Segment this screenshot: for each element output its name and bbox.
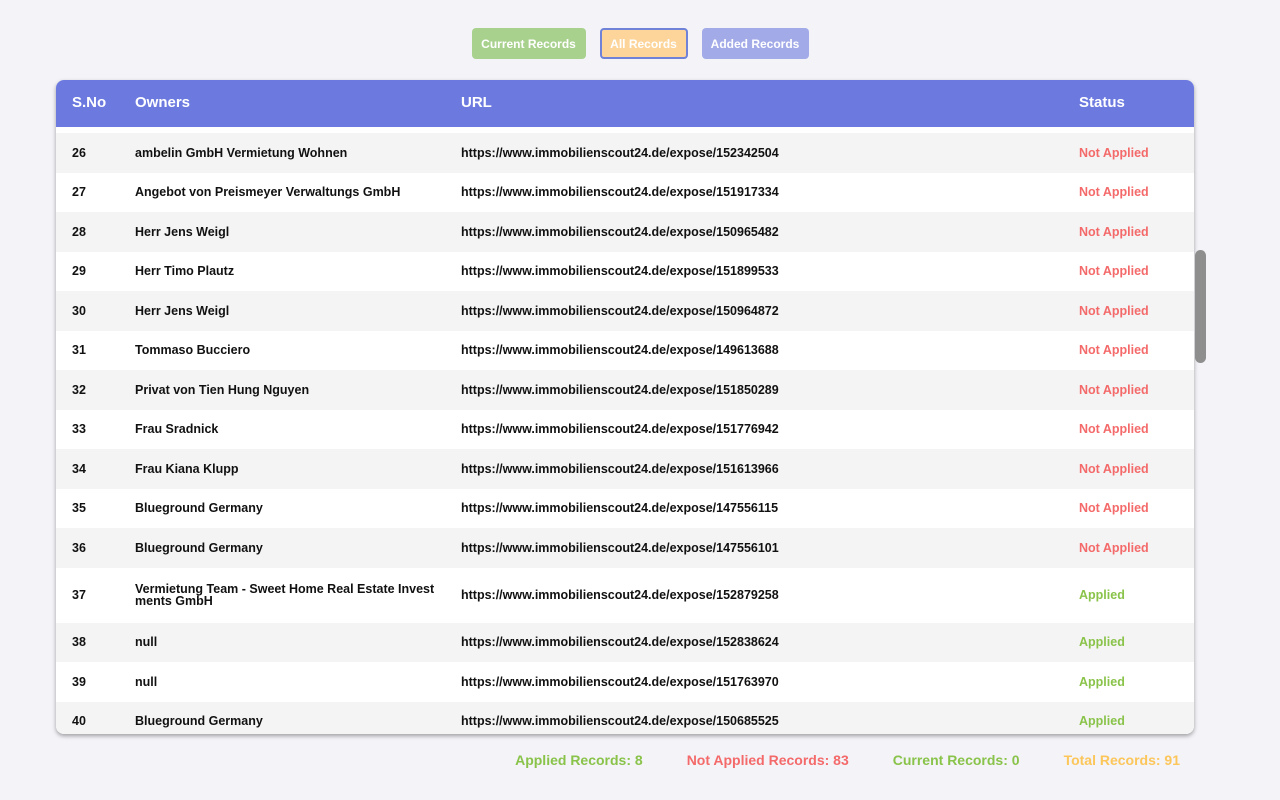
row-owner: Frau Kiana Klupp: [135, 461, 239, 476]
row-status: Not Applied: [1079, 185, 1149, 200]
row-status: Not Applied: [1079, 382, 1149, 397]
row-owner: Privat von Tien Hung Nguyen: [135, 382, 310, 397]
row-url[interactable]: https://www.immobilienscout24.de/expose/…: [461, 304, 779, 318]
total-records-count: Total Records: 91: [1063, 752, 1180, 768]
table-row[interactable]: 29 Herr Timo Plautz https://www.immobilien…: [56, 251, 1194, 291]
row-url[interactable]: https://www.immobilienscout24.de/expose/…: [461, 146, 779, 160]
row-status: Not Applied: [1079, 422, 1149, 437]
row-url[interactable]: https://www.immobilienscout24.de/expose/…: [461, 541, 779, 555]
row-owner: ambelin GmbH Vermietung Wohnen: [135, 145, 348, 160]
row-url[interactable]: https://www.immobilienscout24.de/expose/…: [461, 675, 779, 689]
row-sno: 26: [72, 145, 86, 160]
row-owner: Vermietung Team - Sweet Home Real Estate…: [135, 582, 435, 608]
row-owner: Tommaso Bucciero: [135, 343, 251, 358]
all-records-button[interactable]: All Records: [599, 28, 688, 59]
row-sno: 39: [72, 674, 86, 689]
row-sno: 33: [72, 422, 86, 437]
table-row[interactable]: 35 Blueground Germany https://www.immobili…: [56, 488, 1194, 528]
table-row[interactable]: 26 ambelin GmbH Vermietung Wohnen https://…: [56, 133, 1194, 173]
row-status: Not Applied: [1079, 264, 1149, 279]
header-sno: S.No: [72, 94, 107, 111]
table-row[interactable]: 34 Frau Kiana Klupp https://www.immobilien…: [56, 449, 1194, 489]
row-sno: 40: [72, 714, 86, 729]
header-owners: Owners: [135, 94, 191, 111]
row-status: Applied: [1079, 674, 1125, 689]
table-row[interactable]: 31 Tommaso Bucciero https://www.immobilien…: [56, 330, 1194, 370]
table-body[interactable]: 26 ambelin GmbH Vermietung Wohnen https://…: [56, 133, 1194, 734]
row-url[interactable]: https://www.immobilienscout24.de/expose/…: [461, 635, 779, 649]
records-summary: Applied Records: 8 Not Applied Records: …: [0, 752, 1180, 768]
table-row[interactable]: 37 Vermietung Team - Sweet Home Real Esta…: [56, 567, 1194, 623]
row-url[interactable]: https://www.immobilienscout24.de/expose/…: [461, 422, 779, 436]
row-status: Not Applied: [1079, 501, 1149, 516]
table-row[interactable]: 32 Privat von Tien Hung Nguyen https://www…: [56, 370, 1194, 410]
row-owner: Herr Jens Weigl: [135, 303, 230, 318]
row-owner: Frau Sradnick: [135, 422, 219, 437]
row-url[interactable]: https://www.immobilienscout24.de/expose/…: [461, 501, 778, 515]
table-row[interactable]: 28 Herr Jens Weigl https://www.immobiliens…: [56, 212, 1194, 252]
table-scrollbar[interactable]: [1195, 250, 1206, 363]
records-table: S.No Owners URL Status 26 ambelin GmbH Ve…: [56, 80, 1194, 734]
row-sno: 28: [72, 224, 86, 239]
row-sno: 37: [72, 588, 86, 602]
header-status: Status: [1079, 94, 1125, 111]
row-url[interactable]: https://www.immobilienscout24.de/expose/…: [461, 714, 779, 728]
header-url: URL: [461, 94, 492, 111]
table-row[interactable]: 38 null https://www.immobilienscout24.de/e…: [56, 622, 1194, 662]
row-url[interactable]: https://www.immobilienscout24.de/expose/…: [461, 588, 779, 602]
row-owner: Herr Jens Weigl: [135, 224, 230, 239]
row-url[interactable]: https://www.immobilienscout24.de/expose/…: [461, 264, 779, 278]
added-records-button[interactable]: Added Records: [701, 28, 809, 59]
row-owner: null: [135, 674, 158, 689]
row-sno: 29: [72, 264, 86, 279]
row-url[interactable]: https://www.immobilienscout24.de/expose/…: [461, 383, 779, 397]
row-sno: 38: [72, 635, 86, 650]
row-status: Not Applied: [1079, 145, 1149, 160]
row-owner: Angebot von Preismeyer Verwaltungs GmbH: [135, 185, 401, 200]
not-applied-records-count: Not Applied Records: 83: [686, 752, 849, 768]
row-sno: 31: [72, 343, 86, 358]
table-header: S.No Owners URL Status: [56, 80, 1194, 127]
table-row[interactable]: 39 null https://www.immobilienscout24.de/e…: [56, 662, 1194, 702]
row-status: Applied: [1079, 588, 1125, 602]
current-records-button[interactable]: Current Records: [471, 28, 586, 59]
row-sno: 35: [72, 501, 86, 516]
row-sno: 34: [72, 461, 86, 476]
row-url[interactable]: https://www.immobilienscout24.de/expose/…: [461, 225, 779, 239]
row-sno: 36: [72, 540, 86, 555]
row-status: Applied: [1079, 714, 1125, 729]
row-status: Not Applied: [1079, 343, 1149, 358]
row-status: Not Applied: [1079, 461, 1149, 476]
table-row[interactable]: 40 Blueground Germany https://www.immobili…: [56, 701, 1194, 734]
table-row[interactable]: 27 Angebot von Preismeyer Verwaltungs Gmb…: [56, 172, 1194, 212]
row-url[interactable]: https://www.immobilienscout24.de/expose/…: [461, 185, 779, 199]
current-records-count: Current Records: 0: [892, 752, 1020, 768]
record-filter-tabs: Current Records All Records Added Record…: [0, 28, 1280, 59]
row-url[interactable]: https://www.immobilienscout24.de/expose/…: [461, 343, 779, 357]
row-status: Not Applied: [1079, 224, 1149, 239]
row-owner: Blueground Germany: [135, 501, 263, 516]
table-row[interactable]: 33 Frau Sradnick https://www.immobiliensco…: [56, 409, 1194, 449]
row-owner: null: [135, 635, 158, 650]
row-owner: Blueground Germany: [135, 540, 263, 555]
row-sno: 27: [72, 185, 86, 200]
applied-records-count: Applied Records: 8: [515, 752, 643, 768]
row-status: Not Applied: [1079, 540, 1149, 555]
row-owner: Blueground Germany: [135, 714, 263, 729]
table-row[interactable]: 30 Herr Jens Weigl https://www.immobiliens…: [56, 291, 1194, 331]
row-sno: 30: [72, 303, 86, 318]
row-status: Applied: [1079, 635, 1125, 650]
row-status: Not Applied: [1079, 303, 1149, 318]
row-owner: Herr Timo Plautz: [135, 264, 235, 279]
row-sno: 32: [72, 382, 86, 397]
row-url[interactable]: https://www.immobilienscout24.de/expose/…: [461, 462, 779, 476]
table-row[interactable]: 36 Blueground Germany https://www.immobili…: [56, 528, 1194, 568]
